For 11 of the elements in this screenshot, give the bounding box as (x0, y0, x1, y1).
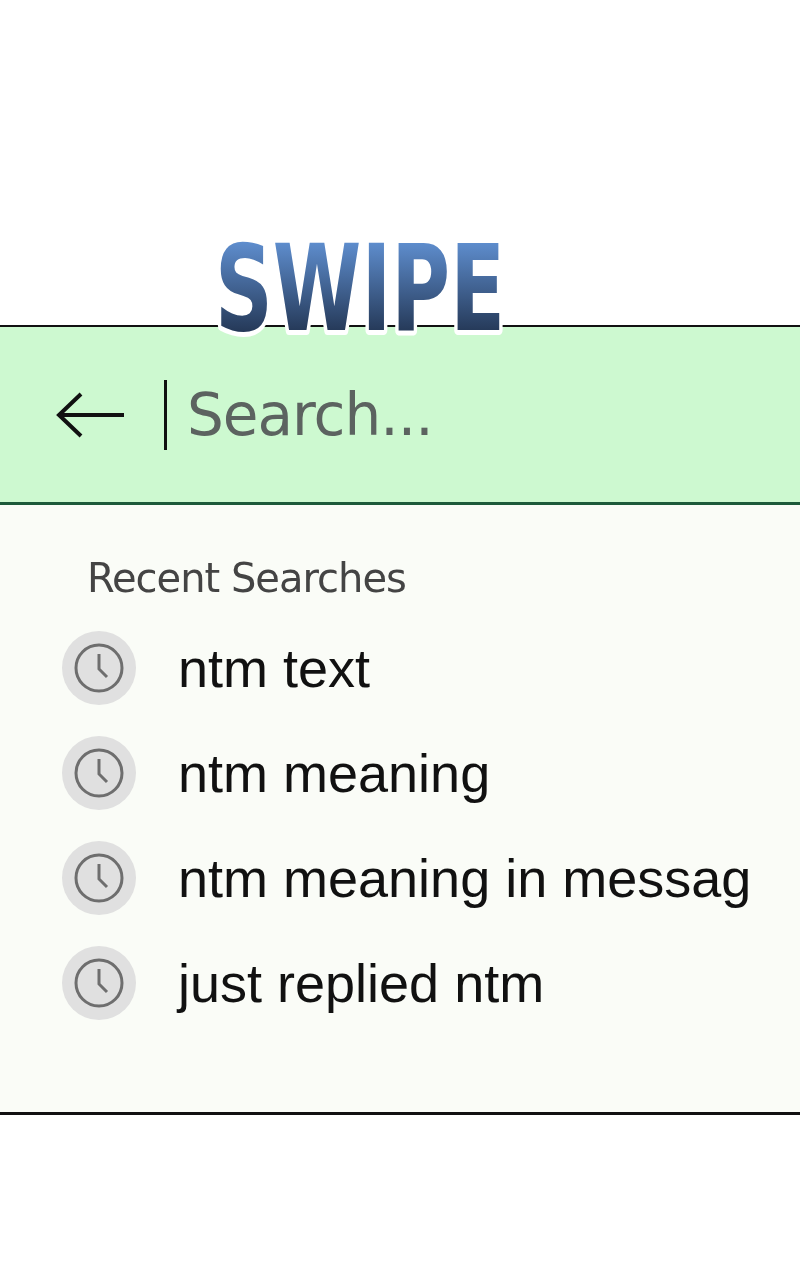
clock-icon (62, 630, 136, 705)
recent-search-item[interactable]: ntm meaning in messag (178, 846, 752, 909)
clock-icon (62, 945, 136, 1020)
recent-search-item[interactable]: ntm text (178, 636, 371, 699)
recent-search-item[interactable]: just replied ntm (178, 951, 545, 1014)
recent-search-item[interactable]: ntm meaning (178, 741, 491, 804)
search-placeholder: Search... (187, 380, 433, 449)
clock-icon (62, 840, 136, 915)
clock-icon (62, 735, 136, 810)
section-title: Recent Searches (87, 555, 406, 601)
back-arrow-icon[interactable] (56, 391, 126, 438)
